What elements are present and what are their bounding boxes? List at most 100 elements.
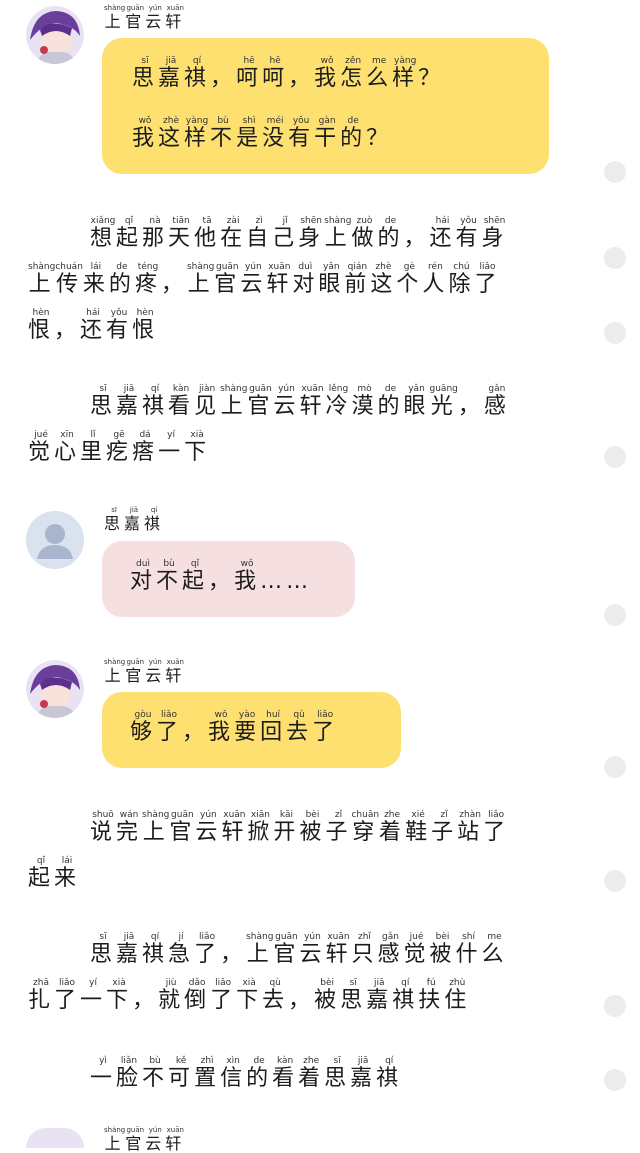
hanzi-with-pinyin: 思sī [340, 978, 367, 1013]
message-bubble-2[interactable]: 对duì不bù起qǐ， 我wǒ…… [102, 541, 355, 617]
anime-avatar-icon [26, 6, 84, 64]
hanzi-with-pinyin: 思sī [104, 506, 125, 533]
hanzi-with-pinyin: 呵hē [262, 56, 289, 91]
hanzi-with-pinyin: 身shēn [298, 216, 325, 251]
hanzi-with-pinyin: 呵hē [236, 56, 263, 91]
hanzi-with-pinyin: 云yún [273, 384, 300, 419]
hanzi-with-pinyin: 急jí [168, 932, 195, 967]
avatar-siji[interactable] [26, 511, 84, 569]
hanzi-with-pinyin: 传chuán [55, 262, 83, 297]
narration-line: 扎zhā了liǎo一yí下xià， 就jiù倒dǎo了liǎo下xià去qù， … [28, 978, 470, 1012]
hanzi-with-pinyin: 做zuò [351, 216, 378, 251]
hanzi-with-pinyin: 站zhàn [457, 810, 484, 845]
hanzi-with-pinyin: 来lái [54, 856, 81, 891]
hanzi-with-pinyin: 上shàng [142, 810, 170, 845]
hanzi-with-pinyin: 上shàng [104, 658, 126, 685]
narration-line: 上shàng传chuán来lái的de疼téng， 上shàng官guān云yú… [28, 262, 500, 296]
hanzi-with-pinyin: 对duì [292, 262, 319, 297]
hanzi-with-pinyin: 么me [366, 56, 393, 91]
hanzi-with-pinyin: 被bèi [429, 932, 456, 967]
speaker-name-shangguan-1: 上shàng官guān云yún轩xuān [104, 4, 185, 30]
hanzi-with-pinyin: 那nà [142, 216, 169, 251]
narration-line: 思sī嘉jiā祺qí急jí了liǎo， 上shàng官guān云yún轩xuān… [90, 932, 508, 966]
speaker-name-shangguan-2: 上shàng官guān云yún轩xuān [104, 658, 185, 684]
side-dot[interactable] [604, 322, 626, 344]
hanzi-with-pinyin: 穿chuān [351, 810, 380, 845]
hanzi-with-pinyin: 上shàng [186, 262, 215, 297]
speaker-name-shangguan-3: 上shàng官guān云yún轩xuān [104, 1126, 185, 1152]
hanzi-with-pinyin: 就jiù [158, 978, 185, 1013]
hanzi-with-pinyin: 一yì [90, 1056, 117, 1091]
avatar-shangguan-1[interactable] [26, 6, 84, 64]
side-dot[interactable] [604, 604, 626, 626]
hanzi-with-pinyin: 看kàn [272, 1056, 299, 1091]
avatar-shangguan-2[interactable] [26, 660, 84, 718]
hanzi-with-pinyin: ， [403, 226, 430, 251]
hanzi-with-pinyin: 嘉jiā [366, 978, 393, 1013]
hanzi-with-pinyin: 脸liǎn [116, 1056, 143, 1091]
hanzi-with-pinyin: 着zhe [298, 1056, 325, 1091]
hanzi-with-pinyin: 轩xuān [165, 1126, 186, 1153]
message-text-line: 我wǒ这zhè样yàng不bù是shì没méi有yǒu干gàn的de？ [132, 116, 392, 150]
hanzi-with-pinyin: 身shēn [481, 216, 508, 251]
hanzi-with-pinyin: 光guāng [429, 384, 458, 419]
hanzi-with-pinyin: 云yún [195, 810, 222, 845]
hanzi-with-pinyin: 是shì [236, 116, 263, 151]
hanzi-with-pinyin: 眼yǎn [403, 384, 430, 419]
narration-line: 起qǐ来lái [28, 856, 80, 890]
side-dot[interactable] [604, 1069, 626, 1091]
hanzi-with-pinyin: 觉jué [403, 932, 430, 967]
narration-line: 思sī嘉jiā祺qí看kàn见jiàn上shàng官guān云yún轩xuān冷… [90, 384, 510, 418]
hanzi-with-pinyin: 掀xiān [247, 810, 274, 845]
hanzi-with-pinyin: ， [288, 988, 315, 1013]
hanzi-with-pinyin: 官guān [125, 4, 146, 31]
hanzi-with-pinyin: 了liǎo [474, 262, 501, 297]
side-dot[interactable] [604, 446, 626, 468]
side-dot[interactable] [604, 870, 626, 892]
hanzi-with-pinyin: 了liǎo [210, 978, 237, 1013]
hanzi-with-pinyin: 倒dǎo [184, 978, 211, 1013]
side-dot[interactable] [604, 756, 626, 778]
hanzi-with-pinyin: 云yún [240, 262, 267, 297]
narration-line: 觉jué心xīn里lǐ疙gē瘩dá一yí下xià [28, 430, 210, 464]
hanzi-with-pinyin: 上shàng [324, 216, 352, 251]
hanzi-with-pinyin: 样yàng [392, 56, 419, 91]
hanzi-with-pinyin: 轩xuān [266, 262, 293, 297]
hanzi-with-pinyin: 云yún [145, 658, 166, 685]
hanzi-with-pinyin: 云yún [145, 4, 166, 31]
hanzi-with-pinyin: 有yǒu [106, 308, 133, 343]
side-dot[interactable] [604, 247, 626, 269]
message-text-line: 对duì不bù起qǐ， 我wǒ…… [130, 559, 312, 593]
hanzi-with-pinyin: 了liǎo [312, 710, 339, 745]
hanzi-with-pinyin: 下xià [184, 430, 211, 465]
side-dot[interactable] [604, 995, 626, 1017]
hanzi-with-pinyin: 祺qí [144, 506, 165, 533]
hanzi-with-pinyin: 见jiàn [194, 384, 221, 419]
avatar-shangguan-3[interactable] [26, 1128, 84, 1148]
side-dot[interactable] [604, 161, 626, 183]
hanzi-with-pinyin: 信xìn [220, 1056, 247, 1091]
hanzi-with-pinyin: 里lǐ [80, 430, 107, 465]
hanzi-with-pinyin: 思sī [132, 56, 159, 91]
hanzi-with-pinyin: 起qǐ [116, 216, 143, 251]
hanzi-with-pinyin: 有yǒu [288, 116, 315, 151]
hanzi-with-pinyin: 官guān [125, 1126, 146, 1153]
hanzi-with-pinyin: 够gòu [130, 710, 157, 745]
hanzi-with-pinyin: 这zhè [370, 262, 397, 297]
hanzi-with-pinyin: ？ [418, 66, 445, 91]
hanzi-with-pinyin: 不bù [156, 559, 183, 594]
hanzi-with-pinyin: 起qǐ [28, 856, 55, 891]
hanzi-with-pinyin: 嘉jiā [124, 506, 145, 533]
hanzi-with-pinyin: 己jǐ [272, 216, 299, 251]
hanzi-with-pinyin: 一yí [158, 430, 185, 465]
hanzi-with-pinyin: 思sī [90, 384, 117, 419]
message-bubble-1[interactable]: 思sī嘉jiā祺qí， 呵hē呵hē， 我wǒ怎zěn么me样yàng？ 我wǒ… [102, 38, 549, 174]
hanzi-with-pinyin: ， [208, 569, 235, 594]
hanzi-with-pinyin: 什shí [455, 932, 482, 967]
hanzi-with-pinyin: 嘉jiā [158, 56, 185, 91]
hanzi-with-pinyin: 祺qí [184, 56, 211, 91]
hanzi-with-pinyin: 轩xuān [221, 810, 248, 845]
hanzi-with-pinyin: 疼téng [134, 262, 161, 297]
hanzi-with-pinyin: 看kàn [168, 384, 195, 419]
message-bubble-3[interactable]: 够gòu了liǎo， 我wǒ要yào回huí去qù了liǎo [102, 692, 401, 768]
